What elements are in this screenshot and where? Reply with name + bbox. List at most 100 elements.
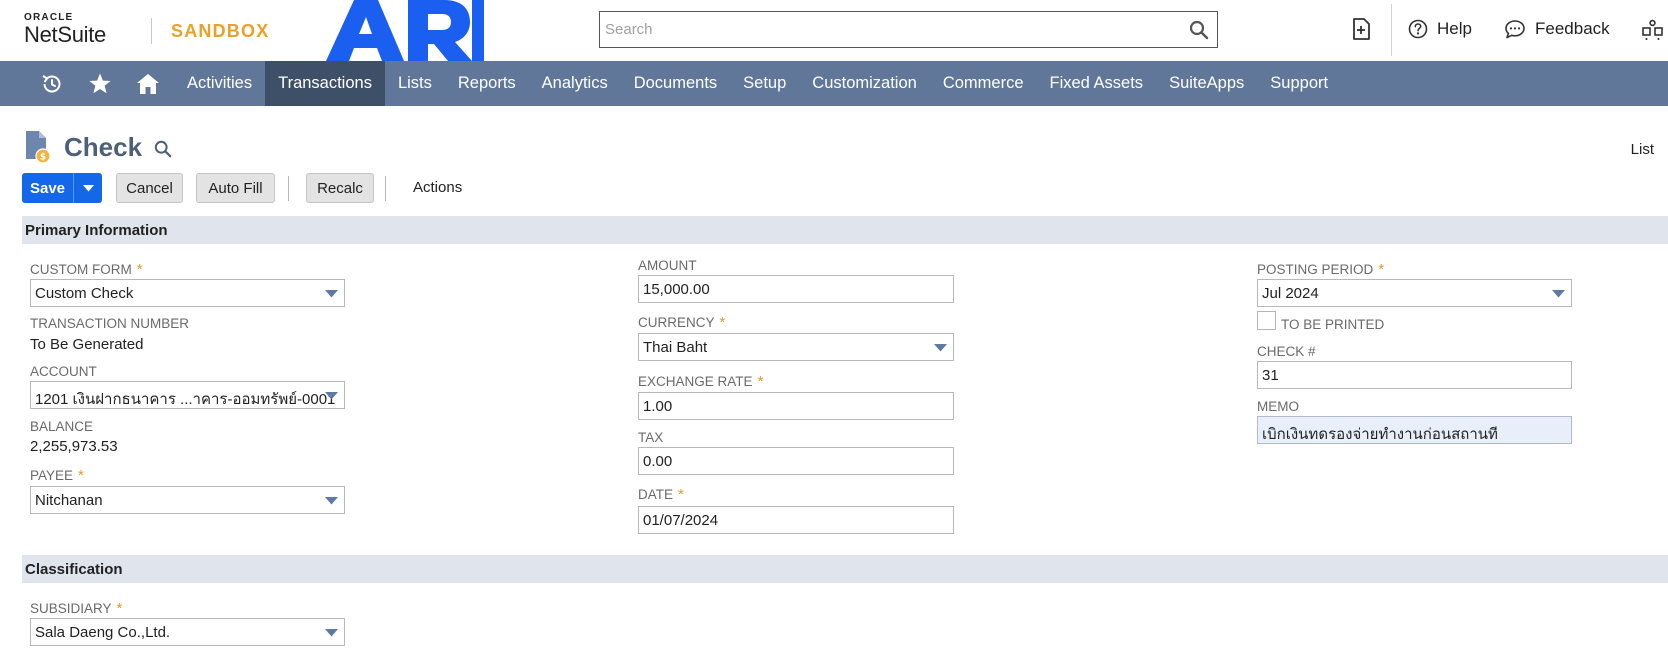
required-marker: * <box>757 373 764 390</box>
new-record-icon[interactable] <box>1351 17 1373 41</box>
nav-fixed-assets[interactable]: Fixed Assets <box>1037 61 1157 106</box>
search-icon[interactable] <box>1189 20 1209 40</box>
posting-period-select[interactable]: Jul 2024 <box>1257 279 1572 307</box>
list-link[interactable]: List <box>1631 141 1654 158</box>
custom-form-value: Custom Check <box>35 285 134 302</box>
tax-label: Tax <box>638 430 664 445</box>
posting-period-value: Jul 2024 <box>1262 285 1319 302</box>
custom-form-select[interactable]: Custom Check <box>30 279 345 307</box>
posting-period-label: Posting Period * <box>1257 261 1385 278</box>
dropdown-caret-icon[interactable] <box>934 344 947 352</box>
page-title: Check <box>64 131 143 162</box>
help-icon <box>1408 19 1428 39</box>
account-label: Account <box>30 364 97 379</box>
feedback-link[interactable]: Feedback <box>1504 19 1610 39</box>
nav-documents[interactable]: Documents <box>621 61 730 106</box>
section-title: Primary Information <box>25 222 168 239</box>
amount-label: Amount <box>638 258 697 273</box>
date-label: Date * <box>638 486 684 503</box>
global-header: ORACLE NetSuite SANDBOX Help <box>0 0 1668 61</box>
logo-divider <box>151 18 152 44</box>
actions-menu[interactable]: Actions <box>413 179 462 196</box>
to-be-printed-label: To Be Printed <box>1281 317 1385 332</box>
balance-label: Balance <box>30 419 94 434</box>
global-search-input[interactable] <box>600 12 1180 47</box>
help-link[interactable]: Help <box>1408 19 1472 39</box>
amount-input[interactable]: 15,000.00 <box>638 275 954 303</box>
balance-value: 2,255,973.53 <box>30 438 118 455</box>
nav-support[interactable]: Support <box>1257 61 1341 106</box>
required-marker: * <box>78 467 84 484</box>
svg-text:$: $ <box>40 153 46 163</box>
required-marker: * <box>136 261 143 278</box>
subsidiary-label: Subsidiary * <box>30 600 123 617</box>
auto-fill-button[interactable]: Auto Fill <box>196 173 275 203</box>
save-options-button[interactable] <box>74 184 102 192</box>
recalc-button[interactable]: Recalc <box>306 173 374 203</box>
role-switch-icon[interactable] <box>1641 19 1664 41</box>
required-marker: * <box>116 600 123 617</box>
save-button[interactable]: Save <box>22 173 102 203</box>
main-navigation: Activities Transactions Lists Reports An… <box>0 61 1668 106</box>
save-button-label: Save <box>29 179 66 197</box>
payee-label: Payee * <box>30 467 84 484</box>
feedback-label: Feedback <box>1535 19 1610 38</box>
tax-input[interactable]: 0.00 <box>638 447 954 475</box>
feedback-icon <box>1505 20 1525 39</box>
check-number-label: Check # <box>1257 344 1316 359</box>
cancel-button[interactable]: Cancel <box>116 173 183 203</box>
section-primary-information[interactable]: Primary Information <box>22 216 1668 244</box>
transaction-number-label: Transaction Number <box>30 316 190 331</box>
search-icon[interactable] <box>154 140 172 158</box>
ari-company-logo-icon <box>326 0 484 61</box>
favorites-star-icon <box>89 73 111 93</box>
dropdown-caret-icon <box>82 184 94 191</box>
global-search-box <box>599 11 1218 48</box>
favorites-button[interactable] <box>76 61 124 106</box>
currency-value: Thai Baht <box>643 339 708 356</box>
transaction-number-value: To Be Generated <box>30 336 144 353</box>
payee-select[interactable]: Nitchanan <box>30 486 345 514</box>
nav-customization[interactable]: Customization <box>799 61 930 106</box>
required-marker: * <box>719 314 726 331</box>
nav-setup[interactable]: Setup <box>730 61 799 106</box>
sandbox-label: SANDBOX <box>171 21 270 41</box>
nav-suiteapps[interactable]: SuiteApps <box>1156 61 1257 106</box>
toolbar-divider <box>385 176 386 201</box>
subsidiary-select[interactable]: Sala Daeng Co.,Ltd. <box>30 618 345 646</box>
section-classification[interactable]: Classification <box>22 555 1668 583</box>
nav-analytics[interactable]: Analytics <box>529 61 621 106</box>
payee-value: Nitchanan <box>35 492 103 509</box>
nav-activities[interactable]: Activities <box>174 61 265 106</box>
dropdown-caret-icon[interactable] <box>325 629 338 637</box>
to-be-printed-checkbox[interactable] <box>1257 311 1276 330</box>
recent-records-icon <box>42 74 61 92</box>
currency-select[interactable]: Thai Baht <box>638 333 954 361</box>
exchange-rate-input[interactable]: 1.00 <box>638 392 954 420</box>
date-input[interactable]: 01/07/2024 <box>638 506 954 534</box>
nav-commerce[interactable]: Commerce <box>930 61 1037 106</box>
netsuite-wordmark: NetSuite <box>24 22 106 47</box>
dropdown-caret-icon[interactable] <box>325 392 338 400</box>
nav-reports[interactable]: Reports <box>445 61 529 106</box>
nav-lists[interactable]: Lists <box>385 61 445 106</box>
dropdown-caret-icon[interactable] <box>325 497 338 505</box>
page-title-row: $ Check <box>24 130 172 164</box>
header-divider <box>1391 4 1392 56</box>
nav-transactions[interactable]: Transactions <box>265 61 385 106</box>
recent-records-button[interactable] <box>28 61 76 106</box>
account-value: 1201 เงินฝากธนาคาร ...าคาร-ออมทรัพย์-000… <box>35 391 336 408</box>
netsuite-logo[interactable]: ORACLE NetSuite <box>24 12 106 47</box>
check-number-input[interactable]: 31 <box>1257 361 1572 389</box>
account-select[interactable]: 1201 เงินฝากธนาคาร ...าคาร-ออมทรัพย์-000… <box>30 381 345 409</box>
dropdown-caret-icon[interactable] <box>325 290 338 298</box>
home-button[interactable] <box>124 61 172 106</box>
help-label: Help <box>1437 19 1472 38</box>
subsidiary-value: Sala Daeng Co.,Ltd. <box>35 624 171 641</box>
exchange-rate-label: Exchange Rate * <box>638 373 764 390</box>
memo-input[interactable]: เบิกเงินทดรองจ่ายทำงานก่อนสถานที <box>1257 416 1572 444</box>
dropdown-caret-icon[interactable] <box>1552 290 1565 298</box>
custom-form-label: Custom Form * <box>30 261 143 278</box>
required-marker: * <box>678 486 684 503</box>
memo-label: Memo <box>1257 399 1299 414</box>
